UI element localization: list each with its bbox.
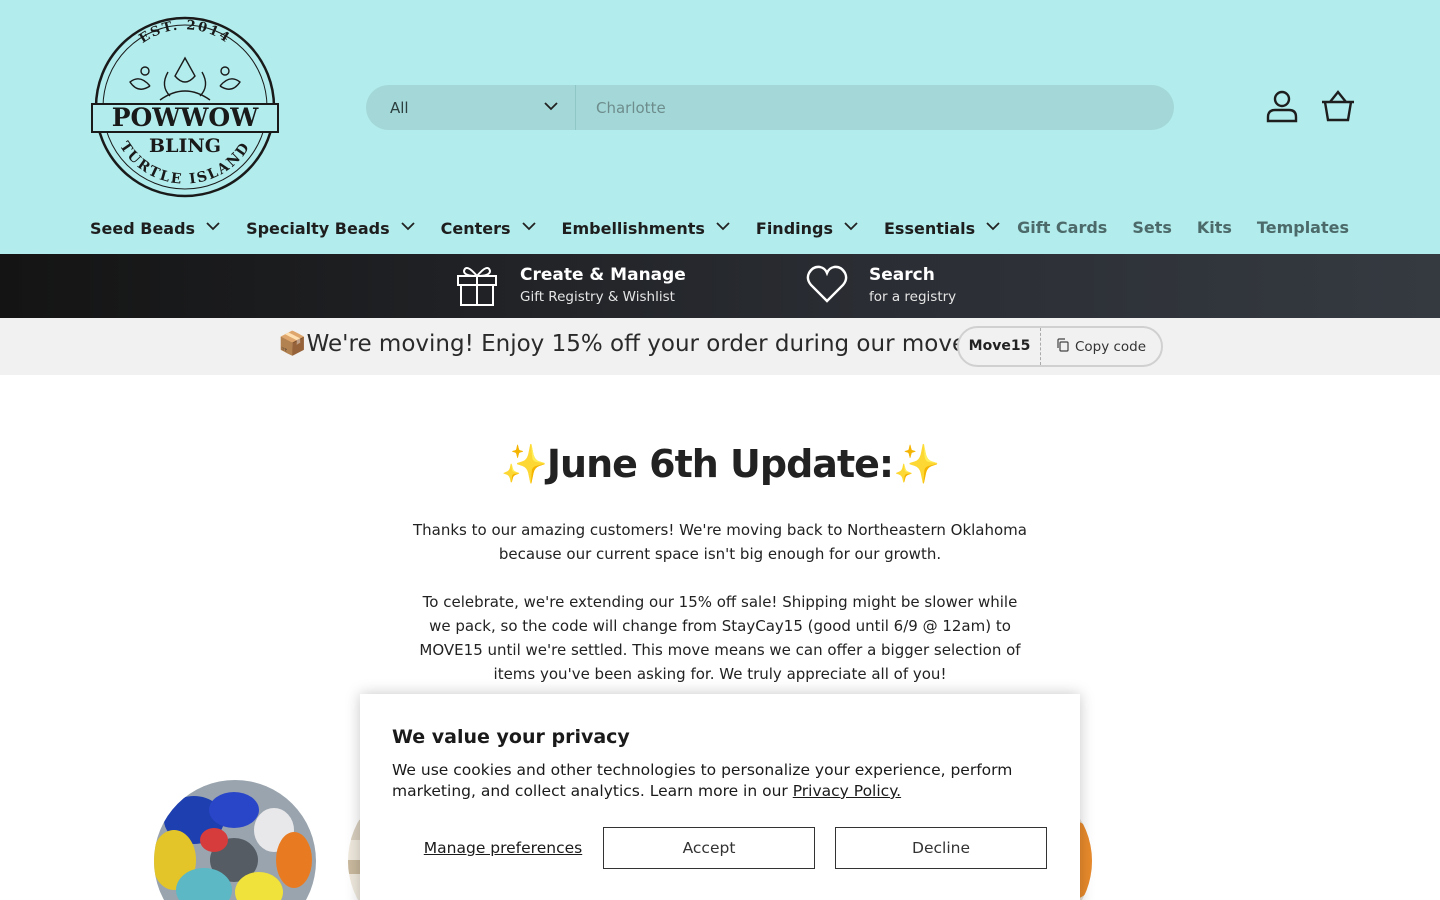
privacy-policy-link[interactable]: Privacy Policy. <box>793 782 901 800</box>
copy-code-label: Copy code <box>1074 338 1147 355</box>
nav-specialty-beads[interactable]: Specialty Beads <box>246 218 416 238</box>
manage-preferences-button[interactable]: Manage preferences <box>392 827 614 869</box>
nav-essentials[interactable]: Essentials <box>884 218 1001 238</box>
search-input[interactable] <box>576 85 1174 130</box>
logo-top-text: EST. 2014 <box>137 18 232 47</box>
cookie-consent-banner: We value your privacy We use cookies and… <box>360 694 1080 900</box>
chevron-down-icon <box>543 98 559 118</box>
account-icon[interactable] <box>1264 88 1300 124</box>
nav-label: Centers <box>440 218 511 238</box>
main-nav: Seed Beads Specialty Beads Centers Embel… <box>90 218 1026 238</box>
nav-centers[interactable]: Centers <box>441 218 537 238</box>
search-registry-subtitle: for a registry <box>869 289 957 305</box>
basket-icon[interactable] <box>1320 88 1356 124</box>
search-bar: All <box>366 85 1174 130</box>
discount-code: Move15 <box>959 328 1041 365</box>
announcement-bar: 📦We're moving! Enjoy 15% off your order … <box>0 318 1440 375</box>
announcement-text: 📦We're moving! Enjoy 15% off your order … <box>278 331 976 357</box>
search-category-select[interactable]: All <box>366 85 576 130</box>
registry-bar: Create & Manage Gift Registry & Wishlist… <box>0 254 1440 318</box>
chevron-down-icon <box>985 218 1001 238</box>
nav-sets[interactable]: Sets <box>1132 218 1172 237</box>
page-title: ✨June 6th Update:✨ <box>500 442 941 486</box>
copy-icon <box>1056 337 1070 356</box>
nav-label: Findings <box>755 218 833 238</box>
site-header: EST. 2014 POWWOW BLING TURTLE ISLAND All… <box>0 0 1440 254</box>
nav-label: Specialty Beads <box>246 218 390 238</box>
chevron-down-icon <box>843 218 859 238</box>
gift-icon <box>454 261 500 311</box>
nav-embellishments[interactable]: Embellishments <box>562 218 731 238</box>
nav-findings[interactable]: Findings <box>756 218 859 238</box>
nav-kits[interactable]: Kits <box>1197 218 1232 237</box>
accept-button[interactable]: Accept <box>603 827 815 869</box>
chevron-down-icon <box>400 218 416 238</box>
chevron-down-icon <box>205 218 221 238</box>
search-registry-title: Search <box>869 265 935 285</box>
create-registry-title: Create & Manage <box>520 265 686 285</box>
nav-label: Essentials <box>884 218 976 238</box>
secondary-nav: Gift Cards Sets Kits Templates <box>1017 218 1349 237</box>
chevron-down-icon <box>521 218 537 238</box>
logo-main-text: POWWOW <box>112 103 260 132</box>
heart-icon <box>805 264 849 308</box>
svg-text:EST. 2014: EST. 2014 <box>137 18 234 47</box>
copy-code-button[interactable]: Copy code <box>1041 337 1161 356</box>
collection-image-seed-beads[interactable] <box>154 780 316 900</box>
chevron-down-icon <box>715 218 731 238</box>
powwow-bling-logo[interactable]: EST. 2014 POWWOW BLING TURTLE ISLAND <box>90 16 280 198</box>
update-paragraph-2: To celebrate, we're extending our 15% of… <box>419 593 1021 683</box>
discount-code-pill: Move15 Copy code <box>957 326 1163 367</box>
search-registry-link[interactable]: Search for a registry <box>805 254 956 318</box>
nav-templates[interactable]: Templates <box>1257 218 1349 237</box>
nav-seed-beads[interactable]: Seed Beads <box>90 218 221 238</box>
decline-button[interactable]: Decline <box>835 827 1047 869</box>
cookie-description: We use cookies and other technologies to… <box>392 761 1013 800</box>
create-registry-link[interactable]: Create & Manage Gift Registry & Wishlist <box>454 254 686 318</box>
cookie-text: We use cookies and other technologies to… <box>392 760 1032 802</box>
cookie-title: We value your privacy <box>392 726 630 748</box>
nav-gift-cards[interactable]: Gift Cards <box>1017 218 1107 237</box>
nav-label: Embellishments <box>561 218 705 238</box>
create-registry-subtitle: Gift Registry & Wishlist <box>520 289 675 305</box>
nav-label: Seed Beads <box>90 218 196 238</box>
update-paragraph-1: Thanks to our amazing customers! We're m… <box>413 521 1027 563</box>
search-category-label: All <box>390 98 409 117</box>
logo-sub-text: BLING <box>149 135 221 157</box>
